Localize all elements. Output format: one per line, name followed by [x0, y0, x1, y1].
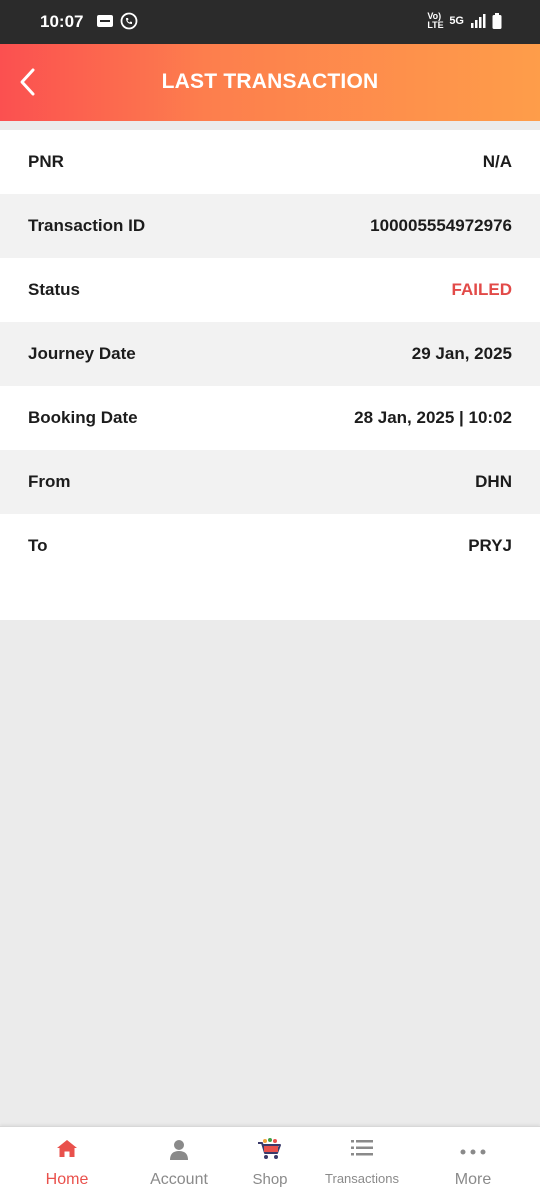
detail-value: PRYJ — [468, 536, 512, 555]
detail-row-to: To PRYJ — [0, 514, 540, 578]
detail-label: Status — [28, 280, 80, 299]
transaction-details-card: PNR N/A Transaction ID 100005554972976 S… — [0, 130, 540, 620]
detail-row-pnr: PNR N/A — [0, 130, 540, 194]
detail-value: 100005554972976 — [370, 216, 512, 235]
page-title: LAST TRANSACTION — [161, 70, 379, 93]
detail-label: PNR — [28, 152, 64, 171]
notification-app-icon — [97, 15, 113, 27]
detail-value: DHN — [475, 472, 512, 491]
account-icon — [170, 1140, 188, 1160]
nav-transactions[interactable]: Transactions — [316, 1127, 408, 1201]
detail-row-booking-date: Booking Date 28 Jan, 2025 | 10:02 — [0, 386, 540, 450]
detail-label: To — [28, 536, 48, 555]
whatsapp-call-icon — [120, 12, 138, 30]
detail-label: Booking Date — [28, 408, 138, 427]
nav-more[interactable]: More — [428, 1127, 518, 1201]
list-icon — [351, 1140, 373, 1156]
nav-home-label: Home — [45, 1171, 89, 1188]
detail-label: Transaction ID — [28, 216, 146, 235]
bottom-navigation: Home Account Shop Transactions More — [0, 1126, 540, 1201]
battery-icon — [492, 13, 502, 29]
app-header: LAST TRANSACTION — [0, 44, 540, 121]
signal-icon — [471, 14, 486, 28]
detail-value: 28 Jan, 2025 | 10:02 — [354, 408, 512, 427]
volte-indicator: Vo) LTE — [427, 11, 444, 30]
detail-row-journey-date: Journey Date 29 Jan, 2025 — [0, 322, 540, 386]
nav-shop-label: Shop — [252, 1171, 288, 1188]
nav-account-label: Account — [150, 1171, 208, 1188]
home-icon — [57, 1140, 77, 1157]
shop-cart-icon — [258, 1138, 281, 1159]
nav-account[interactable]: Account — [134, 1127, 224, 1201]
status-time: 10:07 — [40, 12, 84, 31]
detail-label: Journey Date — [28, 344, 136, 363]
status-badge: FAILED — [451, 280, 512, 299]
nav-more-label: More — [454, 1171, 492, 1188]
detail-value: 29 Jan, 2025 — [411, 344, 512, 363]
detail-label: From — [28, 472, 71, 491]
status-bar: 10:07 Vo) LTE 5G — [0, 0, 540, 44]
nav-home[interactable]: Home — [22, 1127, 112, 1201]
detail-value: N/A — [482, 152, 512, 171]
network-type: 5G — [449, 15, 464, 27]
nav-shop[interactable]: Shop — [232, 1127, 308, 1201]
details-spacer — [0, 578, 540, 620]
detail-row-transaction-id: Transaction ID 100005554972976 — [0, 194, 540, 258]
detail-row-status: Status FAILED — [0, 258, 540, 322]
detail-row-from: From DHN — [0, 450, 540, 514]
more-dots-icon — [460, 1149, 486, 1155]
nav-transactions-label: Transactions — [325, 1171, 399, 1186]
